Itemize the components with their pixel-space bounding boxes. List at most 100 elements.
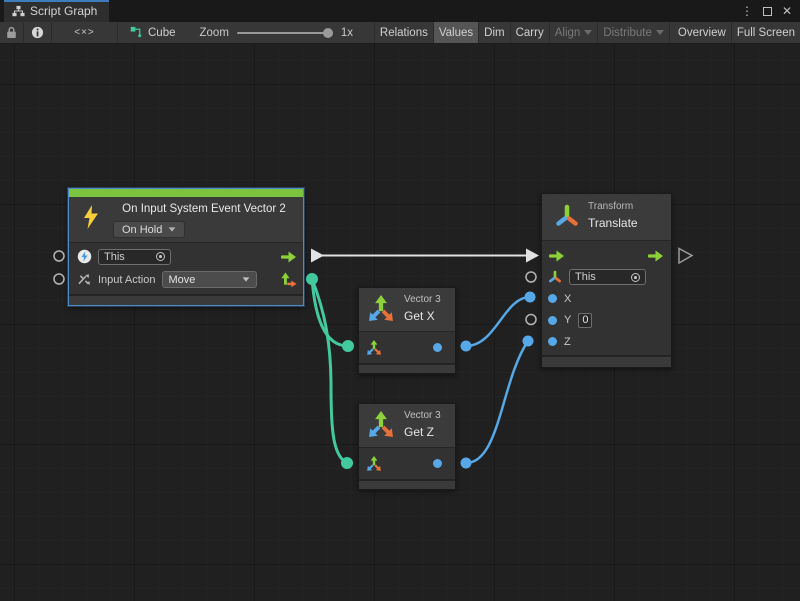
- target-picker-icon[interactable]: [156, 252, 165, 261]
- zoom-label: Zoom: [200, 27, 229, 39]
- port-label: Y: [564, 314, 571, 326]
- float-output-port[interactable]: [433, 459, 442, 468]
- lock-button[interactable]: [0, 22, 24, 43]
- event-node-accent-bar: [69, 189, 303, 197]
- event-input-action-row: Input Action Move: [69, 268, 303, 291]
- tab-title: Script Graph: [30, 4, 97, 18]
- translate-node-header: Transform Translate: [542, 194, 671, 241]
- window-menu-icon[interactable]: ⋮: [741, 5, 753, 17]
- event-mode-dropdown[interactable]: On Hold: [113, 221, 185, 238]
- lock-icon: [6, 26, 17, 39]
- port-row-z: Z: [542, 331, 671, 353]
- getz-node-body: [359, 448, 455, 479]
- control-wire-start-arrow: [311, 249, 324, 263]
- node-footer: [542, 355, 671, 367]
- transform-port-icon[interactable]: [548, 270, 562, 284]
- vector2-to-getx-wire[interactable]: [312, 279, 348, 346]
- port-row-x: X: [542, 288, 671, 310]
- getx-to-translate-x-wire[interactable]: [466, 297, 530, 346]
- window-controls: ⋮ ✕: [741, 0, 800, 22]
- zoom-slider[interactable]: [237, 27, 333, 39]
- tab-bar: Script Graph ⋮ ✕: [0, 0, 800, 22]
- getx-output-endpoint[interactable]: [461, 341, 472, 352]
- vector2-to-getz-wire[interactable]: [312, 279, 347, 463]
- event-this-external-port[interactable]: [54, 251, 64, 261]
- graph-canvas[interactable]: On Input System Event Vector 2 On Hold T…: [0, 44, 800, 601]
- this-object-field[interactable]: This: [98, 249, 171, 265]
- relations-button[interactable]: Relations: [375, 22, 434, 43]
- node-transform-translate[interactable]: Transform Translate: [541, 193, 672, 368]
- node-title: Translate: [588, 216, 638, 230]
- script-graph-window: Script Graph ⋮ ✕ <×>: [0, 0, 800, 601]
- window-close-icon[interactable]: ✕: [782, 5, 792, 17]
- y-input-port[interactable]: [548, 316, 557, 325]
- vector3-input-port-icon[interactable]: [366, 456, 382, 472]
- tab-script-graph[interactable]: Script Graph: [4, 0, 109, 22]
- getz-output-endpoint[interactable]: [461, 458, 472, 469]
- control-output-port-icon[interactable]: [280, 251, 297, 263]
- full-screen-button[interactable]: Full Screen: [732, 22, 800, 43]
- toolbar-toggle-group: Relations Values Dim Carry Align Distrib…: [374, 22, 800, 43]
- getz-to-translate-z-wire[interactable]: [466, 341, 528, 463]
- align-dropdown-button[interactable]: Align: [550, 22, 599, 43]
- chevron-down-icon: [242, 277, 249, 281]
- this-object-field[interactable]: This: [569, 269, 646, 285]
- lightning-bolt-icon: [82, 204, 100, 230]
- control-input-port-icon[interactable]: [548, 250, 565, 262]
- vector3-input-port-icon[interactable]: [366, 340, 382, 356]
- node-title: Get Z: [404, 425, 434, 439]
- control-output-port-icon[interactable]: [647, 250, 664, 262]
- translate-y-external-port[interactable]: [526, 315, 536, 325]
- node-vector3-get-x[interactable]: Vector 3 Get X: [358, 287, 456, 374]
- graph-hierarchy-icon: [12, 5, 25, 17]
- event-node-header: On Input System Event Vector 2 On Hold: [69, 197, 303, 243]
- event-this-row: This: [69, 245, 303, 268]
- node-on-input-system-event-vector2[interactable]: On Input System Event Vector 2 On Hold T…: [68, 188, 304, 306]
- vector3-icon: [367, 295, 395, 323]
- edit-script-button[interactable]: <×>: [52, 22, 118, 43]
- control-row: [542, 245, 671, 267]
- dim-button[interactable]: Dim: [479, 22, 510, 43]
- chevron-down-icon: [656, 30, 664, 35]
- translate-this-external-port[interactable]: [526, 272, 536, 282]
- node-vector3-get-z[interactable]: Vector 3 Get Z: [358, 403, 456, 490]
- target-picker-icon[interactable]: [631, 273, 640, 282]
- active-tab-indicator: [4, 0, 109, 2]
- translate-node-body: This X Y 0 Z: [542, 241, 671, 353]
- node-category: Transform: [588, 201, 633, 212]
- input-action-dropdown[interactable]: Move: [162, 271, 257, 288]
- window-maximize-icon[interactable]: [763, 7, 772, 16]
- node-category: Vector 3: [404, 410, 441, 421]
- z-input-port[interactable]: [548, 337, 557, 346]
- graph-toolbar: <×> Cube Zoom 1x Relations Values: [0, 22, 800, 44]
- getx-node-header: Vector 3 Get X: [359, 288, 455, 332]
- zoom-slider-handle[interactable]: [323, 28, 333, 38]
- inspect-button[interactable]: [24, 22, 52, 43]
- values-button[interactable]: Values: [434, 22, 479, 43]
- translate-this-row: This: [542, 267, 671, 289]
- getx-input-endpoint[interactable]: [342, 340, 354, 352]
- distribute-dropdown-button[interactable]: Distribute: [598, 22, 670, 43]
- vector2-output-port-icon[interactable]: [281, 272, 297, 288]
- translate-z-endpoint[interactable]: [523, 336, 534, 347]
- carry-button[interactable]: Carry: [511, 22, 550, 43]
- zoom-control: Zoom 1x: [188, 22, 366, 43]
- zoom-slider-track: [237, 32, 333, 34]
- input-action-icon: [77, 273, 92, 286]
- graph-breadcrumb-button[interactable]: Cube: [118, 22, 188, 43]
- overview-button[interactable]: Overview: [673, 22, 732, 43]
- vector2-output-endpoint[interactable]: [306, 273, 318, 285]
- y-value-field[interactable]: 0: [578, 313, 592, 328]
- event-action-external-port[interactable]: [54, 274, 64, 284]
- code-icon: <×>: [74, 27, 95, 38]
- float-output-port[interactable]: [433, 343, 442, 352]
- translate-control-out-external-port[interactable]: [679, 249, 692, 264]
- info-icon: [31, 26, 44, 39]
- x-input-port[interactable]: [548, 294, 557, 303]
- translate-x-endpoint[interactable]: [525, 292, 536, 303]
- chevron-down-icon: [169, 227, 176, 231]
- node-footer: [359, 363, 455, 373]
- getz-node-header: Vector 3 Get Z: [359, 404, 455, 448]
- getz-input-endpoint[interactable]: [341, 457, 353, 469]
- port-label: X: [564, 293, 571, 305]
